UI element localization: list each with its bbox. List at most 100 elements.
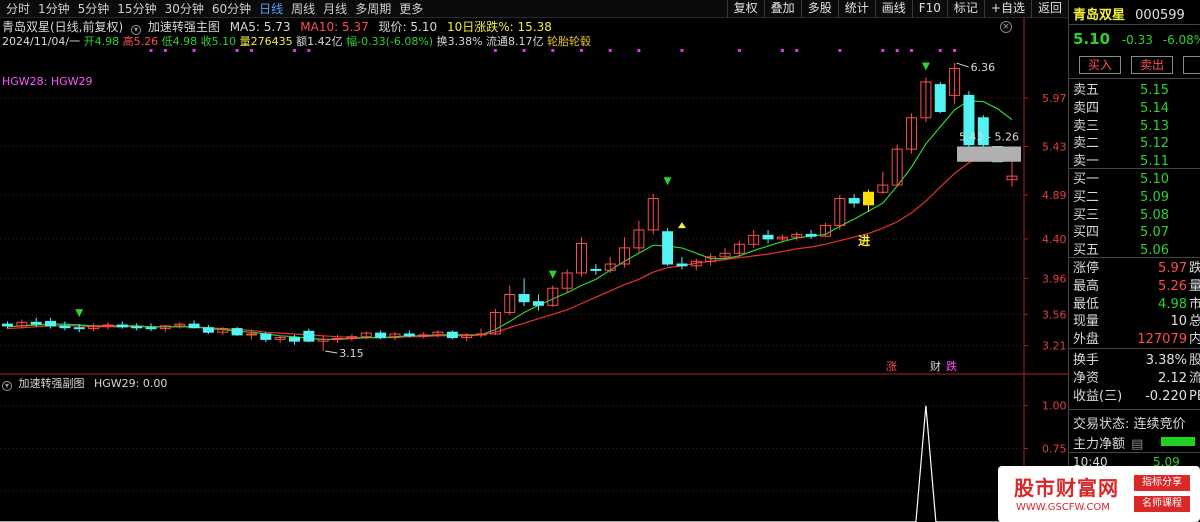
sell-button[interactable]: 卖出 — [1131, 56, 1173, 74]
order-book-row[interactable]: 买三 5.08 — [1073, 208, 1199, 224]
period-tab[interactable]: 分时 — [6, 2, 30, 16]
candle-body — [518, 294, 530, 303]
stock-header: 青岛双星 000599 — [1073, 4, 1185, 23]
period-tab[interactable]: 1分钟 — [38, 2, 70, 16]
signal-dot — [910, 49, 914, 52]
tool-button[interactable]: 复权 — [726, 0, 764, 18]
stat-row: 现量 10总 — [1073, 314, 1200, 330]
change10-label: 10日涨跌%: 15.38 — [446, 20, 552, 34]
period-tab[interactable]: 月线 — [323, 2, 347, 16]
order-book-level: 卖三 — [1073, 118, 1100, 134]
order-book-row[interactable]: 买二 5.09 — [1073, 190, 1199, 206]
order-book-price: 5.15 — [1140, 83, 1169, 98]
event-tag: 涨 — [886, 360, 897, 373]
divider — [1069, 409, 1200, 410]
candle-body — [805, 233, 817, 237]
stat-value: 3.38% — [1145, 353, 1187, 368]
current-price-label: 现价: 5.10 — [378, 20, 438, 34]
tool-button[interactable]: 统计 — [837, 0, 875, 18]
watermark-tag: 名师课程 — [1134, 496, 1190, 512]
period-tab[interactable]: 15分钟 — [117, 2, 156, 16]
period-tab[interactable]: 日线 — [259, 2, 283, 16]
tool-button[interactable]: +自选 — [983, 0, 1031, 18]
bar-volume: 量276435 — [239, 35, 293, 48]
main-indicator-name[interactable]: 加速转强主图 — [148, 20, 220, 34]
stat-value: 127079 — [1137, 332, 1187, 348]
close-icon[interactable]: × — [1000, 21, 1012, 33]
price-tick-label: 4.89 — [1042, 189, 1067, 202]
stat-suffix: 跌 — [1189, 261, 1200, 277]
order-book-row[interactable]: 卖五 5.15 — [1073, 83, 1199, 99]
order-book-level: 买三 — [1073, 207, 1100, 223]
candle-body — [202, 327, 214, 333]
stat-value: 2.12 — [1158, 371, 1187, 386]
stat-label: 收益(三) — [1073, 389, 1123, 404]
chart-title: 青岛双星(日线,前复权) — [2, 20, 124, 34]
period-tab[interactable]: 30分钟 — [165, 2, 204, 16]
order-book-row[interactable]: 卖四 5.14 — [1073, 101, 1199, 117]
tool-button[interactable]: F10 — [911, 0, 947, 18]
price-tick-label: 3.56 — [1042, 308, 1067, 321]
industry-tag[interactable]: 轮胎轮毂 — [547, 35, 591, 48]
kline-chart[interactable]: 5.975.434.894.403.963.563.211.000.750.50… — [0, 0, 1068, 522]
tool-button[interactable]: 画线 — [874, 0, 912, 18]
signal-dot — [795, 49, 799, 52]
sub-indicator-toggle-icon[interactable]: ▾ — [2, 381, 12, 391]
site-watermark-logo: 股市财富网 WWW.GSCFW.COM 指标分享 名师课程 — [998, 466, 1200, 522]
period-tab[interactable]: 60分钟 — [212, 2, 251, 16]
candle-body — [245, 333, 257, 336]
signal-dot — [938, 49, 942, 52]
stat-label: 外盘 — [1073, 332, 1100, 348]
up-arrow-icon — [677, 222, 686, 229]
stock-name: 青岛双星 — [1073, 8, 1126, 23]
list-icon[interactable]: ▤ — [1131, 437, 1143, 452]
price-tick-label: 5.43 — [1042, 141, 1067, 154]
ma5-label: MA5: 5.73 — [229, 20, 291, 34]
tool-buttons: 复权 叠加 多股 统计 画线 F10 标记 +自选 返回 — [726, 0, 1068, 18]
order-book-row[interactable]: 买四 5.07 — [1073, 225, 1199, 241]
period-tab[interactable]: 多周期 — [355, 2, 391, 16]
candle-body — [762, 234, 774, 240]
annotation-leader — [956, 62, 969, 68]
bar-high: 高5.26 — [122, 35, 159, 48]
bar-close: 收5.10 — [200, 35, 237, 48]
candle-body — [375, 332, 387, 339]
down-arrow-icon — [548, 270, 557, 279]
period-tab[interactable]: 更多 — [399, 2, 423, 16]
divider — [1069, 78, 1200, 79]
divider — [1069, 257, 1200, 258]
candle-body — [260, 333, 272, 340]
order-book-level: 买四 — [1073, 225, 1100, 241]
more-trade-button[interactable] — [1183, 56, 1200, 74]
price-change-percent: -6.08% — [1162, 33, 1200, 47]
candle-body — [446, 331, 458, 339]
down-arrow-icon — [663, 177, 672, 186]
order-book-row[interactable]: 卖三 5.13 — [1073, 119, 1199, 135]
stat-row: 净资 2.12流 — [1073, 371, 1200, 387]
net-flow-text: 主力净额 — [1073, 437, 1126, 452]
hgw-legend: HGW28: HGW29 — [2, 75, 93, 88]
period-tabs: 分时 1分钟 5分钟 15分钟 30分钟 60分钟 日线 周线 月线 多周期 更多 — [6, 2, 423, 16]
candle-body — [934, 84, 946, 113]
watermark-tag: 指标分享 — [1134, 475, 1190, 491]
stat-suffix: 股 — [1189, 353, 1200, 369]
order-book-row[interactable]: 买一 5.10 — [1073, 172, 1199, 188]
tool-button[interactable]: 标记 — [946, 0, 984, 18]
tool-button[interactable]: 多股 — [800, 0, 838, 18]
order-book-row[interactable]: 卖二 5.12 — [1073, 136, 1199, 152]
candle-body — [662, 231, 674, 265]
main-net-flow-label: 主力净额 ▤ — [1073, 433, 1143, 452]
buy-button[interactable]: 买入 — [1079, 56, 1121, 74]
tool-button[interactable]: 叠加 — [763, 0, 801, 18]
tool-button[interactable]: 返回 — [1030, 0, 1068, 18]
stat-label: 最高 — [1073, 278, 1100, 294]
quote-panel: 青岛双星 000599 5.10 -0.33 -6.08% 买入 卖出 卖五 5.… — [1068, 0, 1200, 522]
period-tab[interactable]: 周线 — [291, 2, 315, 16]
stat-label: 净资 — [1073, 371, 1100, 386]
period-tab[interactable]: 5分钟 — [78, 2, 110, 16]
trade-buttons: 买入 卖出 — [1069, 54, 1200, 76]
bar-amount: 额1.42亿 — [296, 35, 343, 48]
bar-low: 低4.98 — [161, 35, 198, 48]
sub-indicator-name[interactable]: 加速转强副图 — [19, 377, 85, 390]
order-book-price: 5.08 — [1140, 207, 1169, 223]
